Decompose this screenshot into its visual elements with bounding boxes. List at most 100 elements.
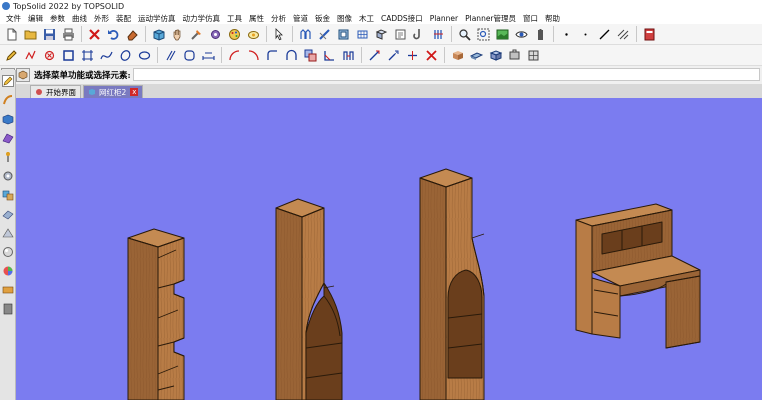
tab-document[interactable]: 网红柜2 x [83,85,144,98]
delete-icon[interactable] [85,25,103,43]
polyline-icon[interactable] [21,46,39,64]
solid-icon[interactable] [1,112,15,126]
menu-item-planner-admin[interactable]: Planner管理员 [465,13,516,24]
cabinet-corner-shelf[interactable] [127,228,185,400]
graphics-viewport[interactable] [16,98,762,400]
book-icon[interactable] [640,25,658,43]
cmd-cube-icon[interactable] [16,67,30,82]
arc-right-icon[interactable] [244,46,262,64]
point-icon[interactable] [557,25,575,43]
hook-icon[interactable] [410,25,428,43]
sketch-pencil-icon[interactable] [1,74,15,88]
ellipse-icon[interactable] [116,46,134,64]
menu-item-cadds[interactable]: CADDS接口 [381,13,423,24]
box3d-icon[interactable] [448,46,466,64]
menu-item-parameters[interactable]: 参数 [50,13,65,24]
hand-move-icon[interactable] [168,25,186,43]
menu-item-sheet-metal[interactable]: 钣金 [315,13,330,24]
slash-icon[interactable] [161,46,179,64]
trim-icon[interactable] [365,46,383,64]
arch-icon[interactable] [282,46,300,64]
clamp-icon[interactable] [505,46,523,64]
menu-item-help[interactable]: 帮助 [545,13,560,24]
circle-cross-icon[interactable] [40,46,58,64]
menu-item-planner[interactable]: Planner [430,14,458,23]
wood-icon[interactable] [1,283,15,297]
cube-icon[interactable] [149,25,167,43]
menu-item-curves[interactable]: 曲线 [72,13,87,24]
line-icon[interactable] [595,25,613,43]
pipe-icon[interactable] [315,25,333,43]
delete-x-icon[interactable] [422,46,440,64]
settings-icon[interactable] [206,25,224,43]
menu-item-shape[interactable]: 外形 [94,13,109,24]
arc-icon[interactable] [225,46,243,64]
color-wheel-icon[interactable] [1,264,15,278]
battery-icon[interactable] [531,25,549,43]
image-icon[interactable] [493,25,511,43]
curve-icon[interactable] [1,93,15,107]
clip-icon[interactable] [429,25,447,43]
zoom-icon[interactable] [455,25,473,43]
surface-icon[interactable] [1,131,15,145]
zoom-area-icon[interactable] [474,25,492,43]
sheet-icon[interactable] [391,25,409,43]
undo-icon[interactable] [104,25,122,43]
save-icon[interactable] [40,25,58,43]
rectangle-icon[interactable] [59,46,77,64]
spline-icon[interactable] [97,46,115,64]
menu-item-analysis[interactable]: 分析 [271,13,286,24]
print-icon[interactable] [59,25,77,43]
eraser-icon[interactable] [123,25,141,43]
hatch-icon[interactable] [614,25,632,43]
cube-grid-icon[interactable] [486,46,504,64]
oval-icon[interactable] [135,46,153,64]
sheet-metal-icon[interactable] [1,207,15,221]
pencil-icon[interactable] [2,46,20,64]
menu-item-image[interactable]: 图像 [337,13,352,24]
block-icon[interactable] [524,46,542,64]
corner-icon[interactable] [320,46,338,64]
menu-item-woodwork[interactable]: 木工 [359,13,374,24]
menu-item-window[interactable]: 窗口 [523,13,538,24]
menu-item-tools[interactable]: 工具 [227,13,242,24]
part-icon[interactable] [372,25,390,43]
tools-icon[interactable] [187,25,205,43]
tab-start-page[interactable]: 开始界面 [30,85,81,98]
gear-icon[interactable] [1,169,15,183]
fence-icon[interactable] [296,25,314,43]
eye-icon[interactable] [512,25,530,43]
rect-fillet-icon[interactable] [263,46,281,64]
assembly-icon[interactable] [1,188,15,202]
lamp-icon[interactable] [244,25,262,43]
fence-link-icon[interactable] [339,46,357,64]
command-input[interactable] [132,68,760,81]
open-folder-icon[interactable] [21,25,39,43]
menu-item-file[interactable]: 文件 [6,13,21,24]
arc-fillet-icon[interactable] [180,46,198,64]
layers-icon[interactable] [1,302,15,316]
new-document-icon[interactable] [2,25,20,43]
dimension-icon[interactable] [199,46,217,64]
menu-item-pipes[interactable]: 管道 [293,13,308,24]
menu-item-assembly[interactable]: 装配 [116,13,131,24]
plate-icon[interactable] [467,46,485,64]
extend-icon[interactable] [384,46,402,64]
mesh-icon[interactable] [353,25,371,43]
cabinet-curved-tall[interactable] [275,198,343,400]
kinematics-icon[interactable] [1,226,15,240]
pin-icon[interactable] [1,150,15,164]
palette-icon[interactable] [225,25,243,43]
menu-item-kinematics[interactable]: 运动学仿真 [138,13,176,24]
ball-icon[interactable] [1,245,15,259]
cabinet-arch-tall[interactable] [419,168,485,400]
cursor-select-icon[interactable] [270,25,288,43]
viewport-canvas[interactable] [16,98,762,400]
menu-item-attributes[interactable]: 属性 [249,13,264,24]
point-small-icon[interactable] [576,25,594,43]
menu-item-dynamics[interactable]: 动力学仿真 [183,13,221,24]
split-icon[interactable] [403,46,421,64]
boolean-icon[interactable] [301,46,319,64]
desk-with-hutch[interactable] [575,203,701,349]
tab-close-button[interactable]: x [130,88,139,96]
